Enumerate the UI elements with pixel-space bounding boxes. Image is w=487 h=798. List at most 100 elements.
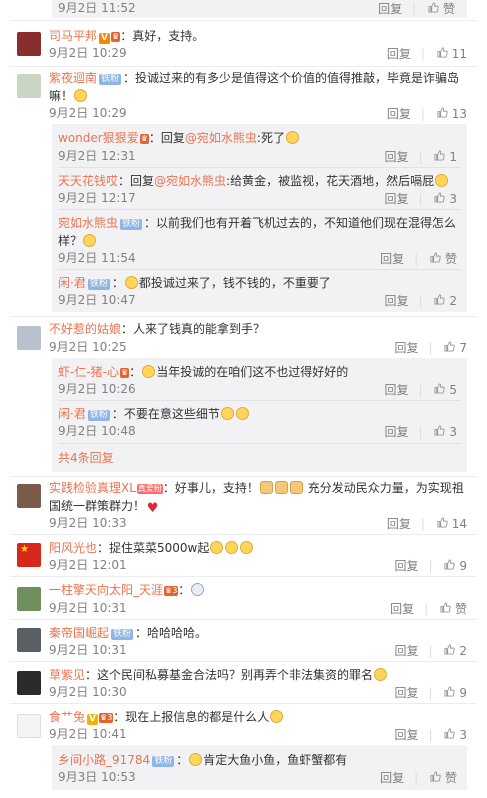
comment-actions: 回复 | 2 xyxy=(394,643,467,658)
like-button[interactable]: 1 xyxy=(434,149,457,164)
more-replies-link[interactable]: 共4条回复 xyxy=(58,451,114,465)
username-link[interactable]: 实践检验真理XL xyxy=(49,481,136,495)
username-link[interactable]: wonder狠狠爱 xyxy=(58,131,139,145)
thumbs-up-icon xyxy=(444,644,456,655)
username-link[interactable]: 天天花钱哎 xyxy=(58,174,118,188)
avatar[interactable] xyxy=(17,587,41,611)
reply-button[interactable]: 回复 xyxy=(387,107,411,121)
username-link[interactable]: 司马平邦 xyxy=(49,29,97,43)
emoji-icon xyxy=(225,541,239,554)
like-button[interactable]: 赞 xyxy=(430,251,457,266)
comment-actions: 回复 | 9 xyxy=(394,685,467,700)
like-button[interactable]: 2 xyxy=(444,643,467,658)
thumbs-up-icon xyxy=(428,2,439,13)
reply-button[interactable]: 回复 xyxy=(384,192,408,206)
username-link[interactable]: 不好惹的姑娘 xyxy=(49,322,121,336)
fan-badge: 铁粉 xyxy=(87,279,110,290)
comment-actions: 回复 | 5 xyxy=(384,382,457,397)
comment-time: 9月2日 12:17 xyxy=(58,191,136,205)
avatar[interactable] xyxy=(17,326,41,350)
reply-button[interactable]: 回复 xyxy=(390,602,414,616)
comment-actions: 回复 | 赞 xyxy=(390,601,467,616)
thumbs-up-icon xyxy=(440,602,451,613)
reply-button[interactable]: 回复 xyxy=(384,383,408,397)
comment-body: 秦帝国崛起 铁粉 ：哈哈哈哈。 xyxy=(49,626,208,640)
reply-button[interactable]: 回复 xyxy=(378,2,402,16)
vip-badge: ♛3 xyxy=(164,586,179,596)
comment-time: 9月2日 10:48 xyxy=(58,424,136,438)
username-link[interactable]: 草紫见 xyxy=(49,668,85,682)
reply-button[interactable]: 回复 xyxy=(394,728,418,742)
username-link[interactable]: 阳风光也 xyxy=(49,541,97,555)
sub-reply-body: 虾-仁-猪-心 ♛： 当年投诚的在咱们这不也过得好好的 xyxy=(58,365,349,379)
reply-button[interactable]: 回复 xyxy=(387,517,411,531)
reply-button[interactable]: 回复 xyxy=(380,771,404,785)
top-sub-reply: 9月2日 11:52 回复 | 赞 xyxy=(52,0,467,18)
like-button[interactable]: 5 xyxy=(434,382,457,397)
like-button[interactable]: 11 xyxy=(437,46,467,61)
username-link[interactable]: 一柱擎天向太阳_天涯 xyxy=(49,583,163,597)
fan-badge: 铁粉 xyxy=(152,756,175,767)
reply-button[interactable]: 回复 xyxy=(380,252,404,266)
comment-actions: 回复 | 赞 xyxy=(380,770,457,785)
fan-badge: 铁粉 xyxy=(87,410,110,421)
avatar[interactable] xyxy=(17,714,41,738)
comment-actions: 回复 | 赞 xyxy=(380,251,457,266)
reply-button[interactable]: 回复 xyxy=(387,47,411,61)
avatar[interactable] xyxy=(17,32,41,56)
comment-time: 9月2日 10:26 xyxy=(58,382,136,396)
emoji-icon xyxy=(285,131,299,144)
like-button[interactable]: 9 xyxy=(444,558,467,573)
reply-button[interactable]: 回复 xyxy=(394,341,418,355)
thumbs-emoji-icon xyxy=(289,481,303,494)
reply-button[interactable]: 回复 xyxy=(394,644,418,658)
like-button[interactable]: 赞 xyxy=(440,601,467,616)
avatar[interactable] xyxy=(17,628,41,652)
like-button[interactable]: 9 xyxy=(444,685,467,700)
comment-actions: 回复 | 1 xyxy=(384,149,457,164)
username-link[interactable]: 闲·君 xyxy=(58,407,86,421)
sub-reply-body-continued: 样？ xyxy=(58,233,97,249)
emoji-icon xyxy=(220,407,234,420)
fan-rank-badge: 真爱粉 xyxy=(136,484,163,494)
reply-button[interactable]: 回复 xyxy=(384,150,408,164)
emoji-icon xyxy=(142,365,156,378)
sub-reply-body: 乡间小路_91784 铁粉：肯定大鱼小鱼，鱼虾蟹都有 xyxy=(58,753,348,767)
username-link[interactable]: 闲·君 xyxy=(58,276,86,290)
comment-time: 9月2日 11:52 xyxy=(58,1,136,15)
reply-button[interactable]: 回复 xyxy=(394,559,418,573)
username-link[interactable]: 紫夜迴南 xyxy=(49,71,97,85)
emoji-icon xyxy=(270,710,284,723)
emoji-icon xyxy=(210,541,224,554)
thumbs-up-icon xyxy=(444,686,456,697)
like-button[interactable]: 7 xyxy=(444,340,467,355)
like-button[interactable]: 赞 xyxy=(428,1,455,16)
mention-link[interactable]: @宛如水熊虫 xyxy=(185,131,257,145)
like-button[interactable]: 3 xyxy=(444,727,467,742)
reply-button[interactable]: 回复 xyxy=(394,686,418,700)
like-button[interactable]: 14 xyxy=(437,516,467,531)
thumbs-up-icon xyxy=(437,107,448,118)
mention-link[interactable]: @宛如水熊虫 xyxy=(154,174,226,188)
username-link[interactable]: 宛如水熊虫 xyxy=(58,216,118,230)
reply-button[interactable]: 回复 xyxy=(384,294,408,308)
comment-time: 9月2日 10:25 xyxy=(49,340,127,354)
avatar[interactable]: ★ xyxy=(17,543,41,567)
username-link[interactable]: 食艹兔 xyxy=(49,710,85,724)
comment-body-continued: 国统一群策群力！ ♥ xyxy=(49,499,159,516)
vip-badge: ♛ xyxy=(111,32,121,42)
username-link[interactable]: 秦帝国崛起 xyxy=(49,626,109,640)
comment-actions: 回复 | 7 xyxy=(394,340,467,355)
reply-button[interactable]: 回复 xyxy=(384,425,408,439)
avatar[interactable] xyxy=(17,74,41,98)
like-button[interactable]: 赞 xyxy=(430,770,457,785)
avatar[interactable] xyxy=(17,671,41,695)
like-button[interactable]: 2 xyxy=(434,293,457,308)
username-link[interactable]: 乡间小路_91784 xyxy=(58,753,150,767)
like-button[interactable]: 3 xyxy=(434,424,457,439)
username-link[interactable]: 虾-仁-猪-心 xyxy=(58,365,119,379)
like-button[interactable]: 3 xyxy=(434,191,457,206)
comment-body: 紫夜迴南 铁粉 ：投诚过来的有多少是值得这个价值的值得推敲，毕竟是诈骗岛 xyxy=(49,71,460,85)
avatar[interactable] xyxy=(17,484,41,508)
like-button[interactable]: 13 xyxy=(437,106,467,121)
